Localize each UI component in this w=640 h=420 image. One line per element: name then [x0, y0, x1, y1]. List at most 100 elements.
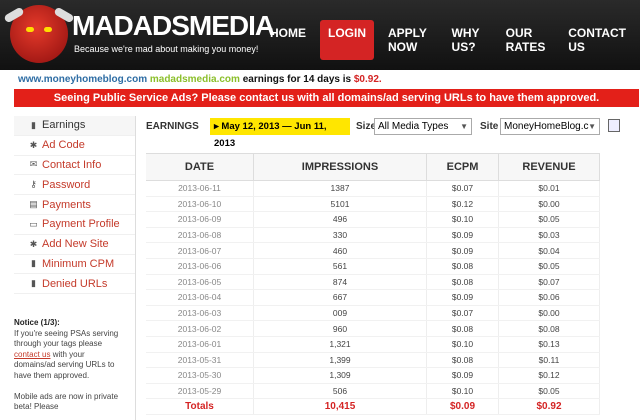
- bar-chart-icon: ▮: [31, 258, 36, 269]
- cell-ecpm: $0.07: [427, 181, 499, 196]
- cell-ecpm: $0.09: [427, 243, 499, 258]
- col-impressions[interactable]: IMPRESSIONS: [254, 154, 427, 180]
- sidebar-item-minimum-cpm[interactable]: ▮ Minimum CPM: [14, 255, 135, 275]
- table-header: DATE IMPRESSIONS ECPM REVENUE: [146, 153, 600, 181]
- brand-name[interactable]: MADADSMEDIA: [72, 10, 275, 42]
- psa-banner: Seeing Public Service Ads? Please contac…: [14, 89, 639, 107]
- cell-date: 2013-06-02: [146, 321, 254, 336]
- table-row: 2013-05-31 1,399 $0.08 $0.11: [146, 352, 600, 369]
- cell-ecpm: $0.08: [427, 321, 499, 336]
- cell-ecpm: $0.10: [427, 336, 499, 352]
- notice-box: Notice (1/3): If you're seeing PSAs serv…: [14, 318, 124, 413]
- date-range-picker[interactable]: ▸ May 12, 2013 — Jun 11, 2013: [210, 118, 350, 149]
- earnings-heading: EARNINGS: [146, 121, 199, 132]
- cell-impressions: 5101: [254, 196, 427, 212]
- nav-contact-us[interactable]: CONTACT US: [560, 20, 634, 60]
- cell-impressions: 561: [254, 258, 427, 274]
- cell-impressions: 009: [254, 305, 427, 321]
- cell-date: 2013-06-06: [146, 258, 254, 274]
- notice-line1: If you're seeing PSAs serving through yo…: [14, 328, 119, 349]
- sidebar-item-label: Earnings: [42, 119, 86, 132]
- contact-us-link[interactable]: contact us: [14, 350, 50, 359]
- card-icon: ▭: [29, 218, 38, 229]
- size-select[interactable]: All Media Types ▼: [374, 118, 472, 135]
- sidebar-item-password[interactable]: ⚷ Password: [14, 175, 135, 196]
- cell-impressions: 1387: [254, 181, 427, 196]
- cell-impressions: 1,321: [254, 336, 427, 352]
- cell-revenue: $0.05: [499, 383, 600, 399]
- cell-impressions: 960: [254, 321, 427, 336]
- site-select[interactable]: MoneyHomeBlog.c ▼: [500, 118, 600, 135]
- cell-impressions: 1,399: [254, 352, 427, 368]
- cell-impressions: 1,309: [254, 368, 427, 383]
- sidebar-item-label: Minimum CPM: [42, 257, 115, 270]
- table-row: 2013-06-03 009 $0.07 $0.00: [146, 305, 600, 322]
- sidebar-item-label: Password: [42, 178, 91, 191]
- totals-ecpm: $0.09: [427, 399, 499, 414]
- summary-brand: madadsmedia.com: [149, 74, 240, 85]
- date-range-label: May 12, 2013 — Jun 11, 2013: [214, 121, 327, 149]
- notice-title: Notice (1/3):: [14, 318, 60, 327]
- sidebar-item-denied-urls[interactable]: ▮ Denied URLs: [14, 274, 135, 295]
- col-ecpm[interactable]: ECPM: [427, 154, 499, 180]
- cell-ecpm: $0.10: [427, 212, 499, 227]
- table-row: 2013-05-30 1,309 $0.09 $0.12: [146, 368, 600, 384]
- sidebar-item-label: Payments: [42, 198, 91, 211]
- cell-revenue: $0.04: [499, 243, 600, 258]
- cell-revenue: $0.01: [499, 181, 600, 196]
- nav-why-us[interactable]: WHY US?: [444, 20, 492, 60]
- sidebar-item-ad-code[interactable]: ✱ Ad Code: [14, 136, 135, 156]
- site-header: MADADSMEDIA Because we're mad about maki…: [0, 0, 640, 70]
- cell-date: 2013-06-04: [146, 290, 254, 305]
- table-row: 2013-06-02 960 $0.08 $0.08: [146, 321, 600, 337]
- cell-ecpm: $0.09: [427, 290, 499, 305]
- sidebar-item-payments[interactable]: ▤ Payments: [14, 195, 135, 215]
- cell-ecpm: $0.08: [427, 352, 499, 368]
- key-icon: ⚷: [30, 179, 37, 190]
- sidebar-item-add-new-site[interactable]: ✱ Add New Site: [14, 235, 135, 255]
- table-row: 2013-06-05 874 $0.08 $0.07: [146, 274, 600, 291]
- table-row: 2013-06-10 5101 $0.12 $0.00: [146, 196, 600, 213]
- sidebar-item-label: Ad Code: [42, 139, 85, 152]
- cell-date: 2013-06-07: [146, 243, 254, 258]
- table-row: 2013-06-06 561 $0.08 $0.05: [146, 258, 600, 275]
- summary-amount: $0.92.: [353, 74, 382, 85]
- cell-impressions: 496: [254, 212, 427, 227]
- earnings-table: DATE IMPRESSIONS ECPM REVENUE 2013-06-11…: [146, 153, 600, 415]
- sidebar-item-contact-info[interactable]: ✉ Contact Info: [14, 156, 135, 176]
- sidebar-item-earnings[interactable]: ▮ Earnings: [14, 116, 135, 136]
- cell-ecpm: $0.09: [427, 368, 499, 383]
- cell-revenue: $0.06: [499, 290, 600, 305]
- summary-text: earnings for 14 days is: [242, 74, 352, 85]
- totals-impressions: 10,415: [254, 399, 427, 414]
- nav-login[interactable]: LOGIN: [320, 20, 374, 60]
- table-row: 2013-06-08 330 $0.09 $0.03: [146, 227, 600, 244]
- nav-apply-now[interactable]: APPLY NOW: [380, 20, 438, 60]
- main-nav: HOME LOGIN APPLY NOW WHY US? OUR RATES C…: [262, 20, 640, 60]
- nav-our-rates[interactable]: OUR RATES: [498, 20, 555, 60]
- cell-revenue: $0.05: [499, 258, 600, 274]
- table-row: 2013-05-29 506 $0.10 $0.05: [146, 383, 600, 400]
- site-label: Site: [480, 121, 499, 132]
- cell-revenue: $0.05: [499, 212, 600, 227]
- cell-revenue: $0.07: [499, 274, 600, 290]
- cell-revenue: $0.08: [499, 321, 600, 336]
- bull-logo-icon[interactable]: [3, 5, 75, 63]
- cell-impressions: 874: [254, 274, 427, 290]
- sidebar-item-label: Denied URLs: [42, 277, 108, 290]
- size-select-value: All Media Types: [378, 121, 449, 132]
- cell-date: 2013-06-09: [146, 212, 254, 227]
- cell-date: 2013-06-08: [146, 227, 254, 243]
- col-date[interactable]: DATE: [146, 154, 254, 180]
- sidebar-item-label: Contact Info: [42, 158, 102, 171]
- cell-date: 2013-05-29: [146, 383, 254, 399]
- sidebar-item-payment-profile[interactable]: ▭ Payment Profile: [14, 215, 135, 235]
- cell-impressions: 667: [254, 290, 427, 305]
- col-revenue[interactable]: REVENUE: [499, 154, 600, 180]
- cell-revenue: $0.11: [499, 352, 600, 368]
- sidebar-item-label: Payment Profile: [42, 218, 120, 231]
- print-icon[interactable]: [608, 119, 620, 132]
- nav-home[interactable]: HOME: [262, 20, 314, 60]
- chevron-down-icon: ▼: [460, 122, 468, 131]
- payment-icon: ▤: [29, 199, 38, 210]
